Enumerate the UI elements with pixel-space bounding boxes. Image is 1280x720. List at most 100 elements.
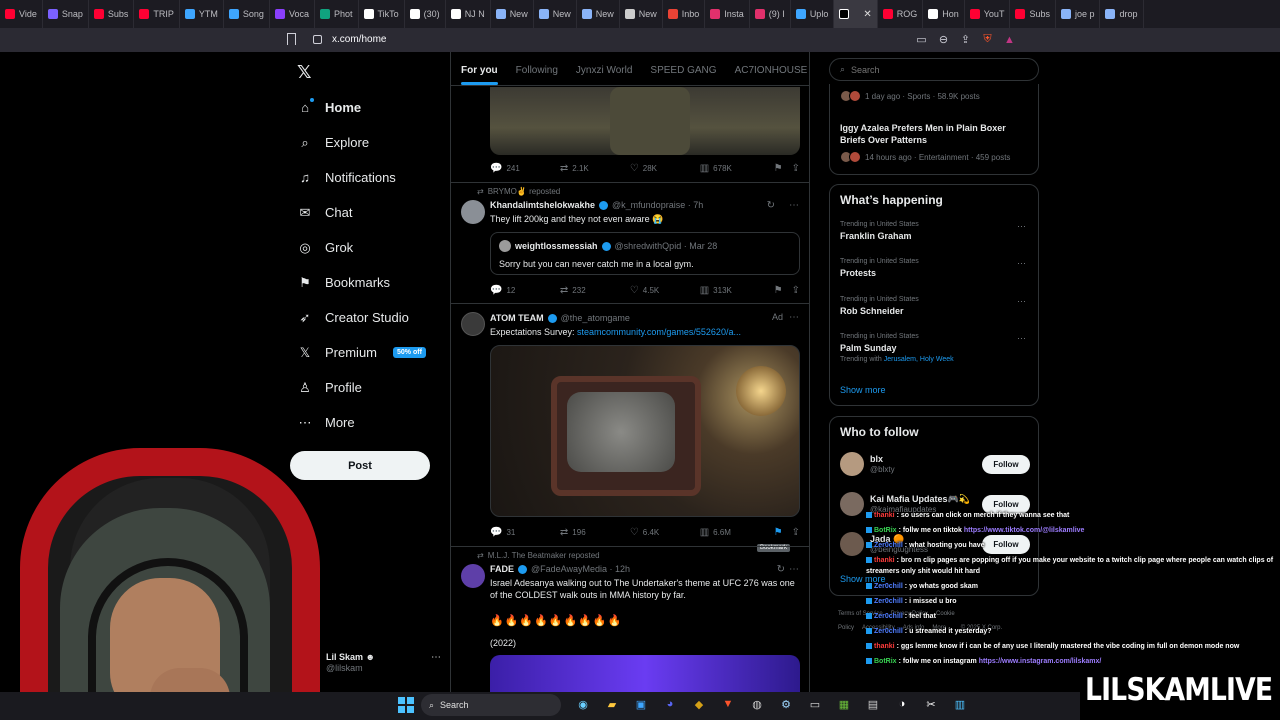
bookmark-button[interactable]: ⚑ [774, 163, 792, 174]
nav-item-bookmarks[interactable]: ⚑ Bookmarks [297, 265, 447, 300]
reposted-by[interactable]: BRYMO✌️ reposted [488, 187, 561, 196]
avatar[interactable] [840, 492, 864, 516]
avatar[interactable] [840, 452, 864, 476]
browser-tab[interactable]: Phot [315, 0, 359, 28]
browser-tab[interactable]: Subs [1010, 0, 1056, 28]
browser-tab[interactable]: New [534, 0, 577, 28]
repost-button[interactable]: ⇄ 232 [560, 285, 630, 296]
nav-item-more[interactable]: ⋯ More [297, 405, 447, 440]
url-text[interactable]: x.com/home [332, 34, 386, 45]
nav-item-notifications[interactable]: ♫ Notifications [297, 160, 447, 195]
reader-view-icon[interactable]: ▭ [914, 32, 929, 47]
close-tab-icon[interactable]: ✕ [863, 9, 871, 20]
author-handle[interactable]: @k_mfundopraise · 7h [612, 200, 703, 210]
post-media-image[interactable] [490, 345, 800, 517]
more-options-icon[interactable]: ⋯ [789, 564, 799, 575]
app2-icon[interactable]: ▤ [862, 695, 884, 713]
views-button[interactable]: ▥ 313K [700, 285, 774, 296]
avatar[interactable] [461, 564, 485, 588]
repost-button[interactable]: ⇄ 2.1K [560, 163, 630, 174]
avatar[interactable] [461, 200, 485, 224]
browser-tab[interactable]: Subs [89, 0, 135, 28]
more-icon[interactable]: ⋯ [431, 652, 441, 663]
chat-link[interactable]: https://www.tiktok.com/@lilskamlive [964, 527, 1085, 534]
views-button[interactable]: ▥ 678K [700, 163, 774, 174]
quoted-post[interactable]: weightlossmessiah @shredwithQpid · Mar 28… [490, 232, 800, 275]
bookmark-star-icon[interactable] [287, 33, 296, 45]
share-post-button[interactable]: ⇪ [792, 527, 800, 538]
more-options-icon[interactable]: ⋯ [1017, 333, 1026, 344]
tab-following[interactable]: Following [516, 65, 558, 85]
windows-start-icon[interactable] [398, 697, 414, 713]
avatar[interactable] [840, 532, 864, 556]
more-options-icon[interactable]: ⋯ [1017, 296, 1026, 307]
browser-tab[interactable]: New [620, 0, 663, 28]
steam-icon[interactable]: ⚙ [775, 695, 797, 713]
follow-suggestion[interactable]: blx @blxty Follow [840, 452, 1030, 480]
browser-tab[interactable]: YTM [180, 0, 224, 28]
nav-item-home[interactable]: ⌂ Home [297, 90, 447, 125]
trending-with-links[interactable]: Jerusalem, Holy Week [884, 356, 954, 363]
minecraft-icon[interactable]: ▦ [833, 695, 855, 713]
browser-tab[interactable]: Uplo [791, 0, 835, 28]
file-explorer-icon[interactable]: ▰ [601, 695, 623, 713]
tab-for-you[interactable]: For you [461, 65, 498, 85]
nav-item-grok[interactable]: ◎ Grok [297, 230, 447, 265]
nav-item-creator-studio[interactable]: ➶ Creator Studio [297, 300, 447, 335]
tab-ac7ionhouse[interactable]: AC7IONHOUSE [735, 65, 808, 85]
like-button[interactable]: ♡ 6.4K [630, 527, 700, 538]
browser-tab[interactable]: joe p [1056, 0, 1101, 28]
post-media-image[interactable] [490, 87, 800, 155]
copilot-icon[interactable]: ◉ [572, 695, 594, 713]
reply-button[interactable]: 💬 241 [490, 163, 560, 174]
brave-shield-icon[interactable]: ⛨ [980, 32, 995, 47]
search-box[interactable]: ⌕ [829, 58, 1039, 81]
share-icon[interactable]: ⇪ [958, 32, 973, 47]
views-button[interactable]: ▥ 6.6M [700, 527, 774, 538]
browser-tab[interactable]: TRIP [134, 0, 180, 28]
nav-item-chat[interactable]: ✉ Chat [297, 195, 447, 230]
share-post-button[interactable]: ⇪ [792, 285, 800, 296]
reply-button[interactable]: 💬 31 [490, 527, 560, 538]
browser-tab[interactable]: Song [224, 0, 270, 28]
browser-tab-active[interactable]: ✕ [834, 0, 878, 28]
site-info-icon[interactable] [313, 35, 322, 44]
reposted-by[interactable]: M.L.J. The Beatmaker reposted [488, 551, 600, 560]
notepad-icon[interactable]: ▥ [949, 695, 971, 713]
nav-item-explore[interactable]: ⌕ Explore [297, 125, 447, 160]
app-icon[interactable]: ▭ [804, 695, 826, 713]
trend-item[interactable]: Trending in United States Protests ⋯ [840, 258, 1030, 278]
store-icon[interactable]: ▣ [630, 695, 652, 713]
browser-tab[interactable]: Snap [43, 0, 89, 28]
browser-tab[interactable]: TikTo [359, 0, 405, 28]
x-logo-icon[interactable]: 𝕏 [297, 62, 312, 83]
browser-tab[interactable]: NJ N [446, 0, 491, 28]
more-options-icon[interactable]: ⋯ [789, 200, 799, 211]
bookmark-button[interactable]: ⚑ [774, 285, 792, 296]
post-link[interactable]: steamcommunity.com/games/552620/a... [577, 327, 741, 337]
author-handle[interactable]: @the_atomgame [561, 313, 630, 323]
browser-tab[interactable]: Inbo [663, 0, 706, 28]
share-post-button[interactable]: ⇪ [792, 163, 800, 174]
browser-tab[interactable]: New [491, 0, 534, 28]
browser-tab[interactable]: YouT [965, 0, 1011, 28]
browser-tab[interactable]: drop [1100, 0, 1144, 28]
show-more-link[interactable]: Show more [840, 385, 886, 395]
browser-tab[interactable]: Insta [705, 0, 750, 28]
author-name[interactable]: ATOM TEAM [490, 313, 544, 323]
obs-icon[interactable]: ◍ [746, 695, 768, 713]
zoom-icon[interactable]: ⊖ [936, 32, 951, 47]
nav-item-premium[interactable]: 𝕏 Premium 50% off [297, 335, 447, 370]
chat-link[interactable]: https://www.instagram.com/lilskamx/ [979, 658, 1102, 665]
browser-tab[interactable]: Hon [923, 0, 965, 28]
capcut-icon[interactable]: ✂ [920, 695, 942, 713]
post-media-video[interactable] [490, 655, 800, 692]
follow-button[interactable]: Follow [982, 455, 1030, 474]
browser-tab[interactable]: Vide [0, 0, 43, 28]
search-input[interactable] [851, 64, 1022, 75]
like-button[interactable]: ♡ 4.5K [630, 285, 700, 296]
tab-jynxzi-world[interactable]: Jynxzi World [576, 65, 633, 85]
grok-icon[interactable]: ↻ [777, 564, 785, 575]
trend-item[interactable]: Trending in United States Rob Schneider ⋯ [840, 296, 1030, 316]
app3-icon[interactable]: ◑ [891, 695, 913, 713]
